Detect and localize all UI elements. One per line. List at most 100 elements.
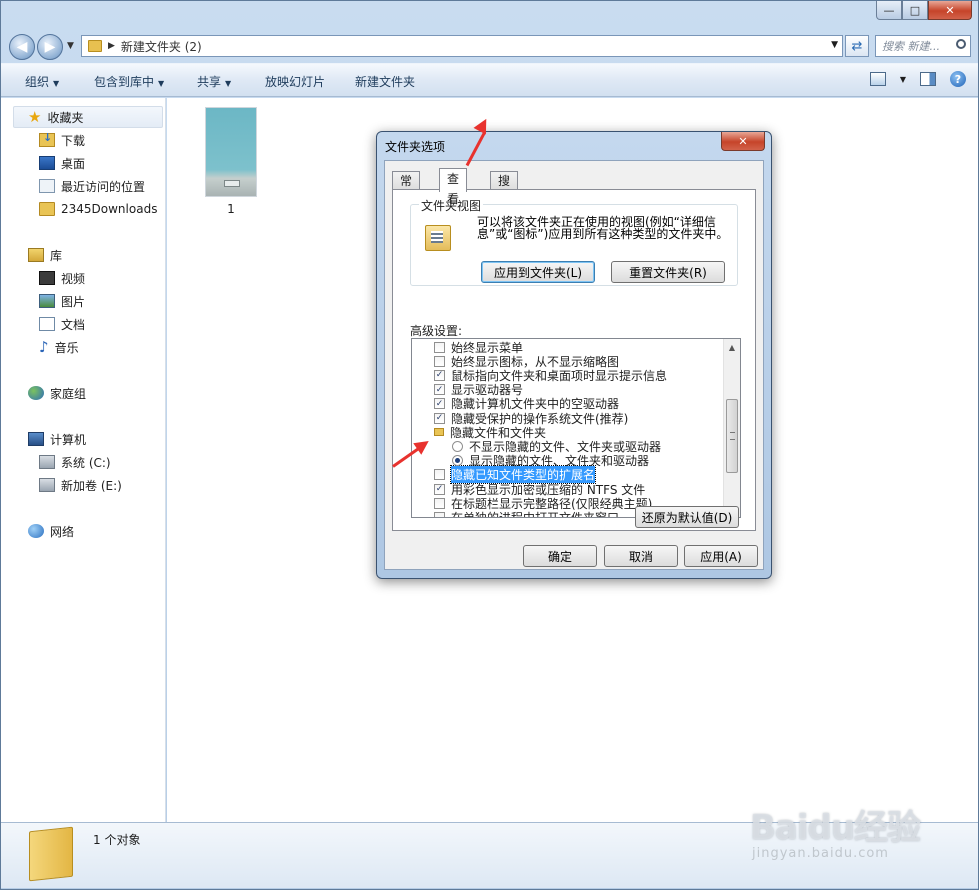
chevron-down-icon: ▼ (158, 79, 165, 88)
minimize-button[interactable]: — (876, 1, 902, 20)
downloads-folder-icon (39, 131, 55, 147)
dialog-title: 文件夹选项 (385, 140, 446, 154)
scroll-up-icon[interactable]: ▲ (724, 339, 740, 355)
radio-option-row[interactable]: 显示隐藏的文件、文件夹和驱动器 (452, 454, 649, 468)
advanced-settings-list[interactable]: 在单独的进程中打开文件夹窗口 在标题栏显示完整路径(仅限经典主题) ✓ 用彩色显示加密… (411, 338, 741, 518)
homegroup-icon (28, 386, 44, 400)
close-button[interactable]: ✕ (928, 1, 972, 20)
network-icon (28, 524, 44, 538)
checkbox-checked-icon[interactable]: ✓ (434, 398, 445, 410)
tab-general[interactable]: 常规 (392, 171, 421, 206)
cancel-button[interactable]: 取消 (604, 545, 678, 567)
checkbox-checked-icon[interactable]: ✓ (434, 483, 445, 495)
address-dropdown-icon[interactable]: ▼ (831, 40, 838, 50)
caption-buttons: — □ ✕ (876, 1, 972, 20)
sidebar-item-computer[interactable]: 计算机 (28, 428, 86, 450)
checkbox-option-row[interactable]: ✓ 隐藏受保护的操作系统文件(推荐) (434, 411, 628, 426)
share-menu[interactable]: 共享 ▼ (197, 73, 231, 90)
sidebar-item-2345downloads[interactable]: 2345Downloads (39, 198, 157, 220)
checkbox-option-row[interactable]: ✓ 鼠标指向文件夹和桌面项时显示提示信息 (434, 368, 667, 383)
advanced-settings-label: 高级设置: (410, 324, 463, 338)
checkbox-checked-icon[interactable]: ✓ (434, 412, 445, 424)
checkbox-checked-icon[interactable]: ✓ (434, 384, 445, 396)
dialog-close-button[interactable]: ✕ (721, 132, 765, 151)
apply-to-folders-button[interactable]: 应用到文件夹(L) (481, 261, 595, 283)
forward-button[interactable]: ▶ (37, 34, 63, 60)
change-view-icon[interactable] (869, 72, 886, 86)
dialog-body: 常规 查看 搜索 文件夹视图 可以将该文件夹正在使用的视图(例如“详细信息”或“… (384, 160, 764, 570)
sidebar-item-network[interactable]: 网络 (28, 520, 74, 542)
tab-search[interactable]: 搜索 (490, 171, 519, 206)
tab-view[interactable]: 查看 (439, 168, 468, 206)
sidebar-item-libraries[interactable]: 库 (28, 244, 62, 266)
history-dropdown-icon[interactable]: ▼ (67, 41, 74, 51)
sidebar-item-downloads[interactable]: 下载 (39, 129, 85, 151)
checkbox-unchecked-icon[interactable] (434, 497, 445, 509)
checkbox-option-row[interactable]: 始终显示图标，从不显示缩略图 (434, 354, 619, 369)
view-options-dropdown-icon[interactable]: ▼ (900, 75, 906, 84)
search-placeholder: 搜索 新建... (882, 40, 940, 53)
sidebar-item-homegroup[interactable]: 家庭组 (28, 382, 86, 404)
refresh-button[interactable]: ⇄ (845, 35, 869, 57)
checkbox-unchecked-icon[interactable] (434, 341, 445, 353)
view-controls: ▼ ? (869, 71, 966, 87)
checkbox-checked-icon[interactable]: ✓ (434, 369, 445, 381)
reset-folders-button[interactable]: 重置文件夹(R) (611, 261, 725, 283)
sidebar-item-pictures[interactable]: 图片 (39, 290, 85, 312)
checkbox-option-row[interactable]: ✓ 隐藏计算机文件夹中的空驱动器 (434, 397, 619, 411)
option-label: 始终显示菜单 (451, 340, 524, 355)
checkbox-unchecked-icon[interactable] (434, 355, 445, 367)
help-icon[interactable]: ? (950, 71, 966, 87)
chevron-down-icon: ▼ (53, 79, 60, 88)
breadcrumb-chevron-icon[interactable]: ▶ (108, 41, 115, 51)
chevron-down-icon: ▼ (225, 79, 232, 88)
checkbox-unchecked-icon[interactable] (434, 469, 445, 481)
search-icon (956, 39, 966, 49)
preview-pane-icon[interactable] (920, 72, 936, 86)
sidebar-item-music[interactable]: ♪ 音乐 (39, 336, 79, 358)
checkbox-option-row[interactable]: 在标题栏显示完整路径(仅限经典主题) (434, 496, 652, 511)
view-tab-panel: 文件夹视图 可以将该文件夹正在使用的视图(例如“详细信息”或“图标”)应用到所有… (392, 189, 756, 531)
folder-view-icon (425, 225, 451, 251)
sidebar-item-recent-places[interactable]: 最近访问的位置 (39, 175, 145, 197)
folder-icon (39, 202, 55, 216)
include-in-library-menu[interactable]: 包含到库中 ▼ (94, 73, 164, 90)
maximize-button[interactable]: □ (902, 1, 928, 20)
computer-icon (28, 432, 44, 446)
new-folder-button[interactable]: 新建文件夹 (355, 73, 415, 90)
sidebar-item-desktop[interactable]: 桌面 (39, 152, 85, 174)
sidebar-item-documents[interactable]: 文档 (39, 313, 85, 335)
back-button[interactable]: ◀ (9, 34, 35, 60)
checkbox-option-row[interactable]: 始终显示菜单 (434, 340, 524, 355)
slideshow-button[interactable]: 放映幻灯片 (265, 73, 325, 90)
sidebar-item-favorites[interactable]: ★ 收藏夹 (13, 106, 163, 128)
sidebar-item-videos[interactable]: 视频 (39, 267, 85, 289)
address-bar[interactable]: ▶ 新建文件夹 (2) ▼ (81, 35, 843, 57)
checkbox-option-row[interactable]: ✓ 用彩色显示加密或压缩的 NTFS 文件 (434, 482, 645, 497)
libraries-icon (28, 248, 44, 262)
radio-unselected-icon[interactable] (452, 440, 463, 452)
file-name-label[interactable]: 1 (205, 202, 257, 216)
settings-group-row: 隐藏文件和文件夹 (434, 425, 546, 440)
apply-button[interactable]: 应用(A) (684, 545, 758, 567)
scroll-thumb[interactable] (726, 399, 738, 473)
watermark: Baidu经验 jingyan.baidu.com (750, 800, 921, 861)
sidebar-item-drive-e[interactable]: 新加卷 (E:) (39, 474, 122, 496)
restore-defaults-button[interactable]: 还原为默认值(D) (635, 506, 739, 528)
search-input[interactable]: 搜索 新建... (875, 35, 971, 57)
ok-button[interactable]: 确定 (523, 545, 597, 567)
checkbox-option-row[interactable]: ✓ 显示驱动器号 (434, 383, 523, 397)
image-thumbnail[interactable] (205, 107, 257, 197)
drive-icon (39, 478, 55, 492)
navigation-bar: ◀ ▶ ▼ ▶ 新建文件夹 (2) ▼ ⇄ 搜索 新建... (9, 32, 971, 60)
sidebar-item-drive-c[interactable]: 系统 (C:) (39, 451, 111, 473)
scrollbar[interactable]: ▲ ▼ (723, 339, 740, 517)
checkbox-option-row[interactable]: 隐藏已知文件类型的扩展名 (434, 465, 597, 485)
music-note-icon: ♪ (39, 338, 49, 356)
checkbox-unchecked-icon[interactable] (434, 511, 445, 517)
radio-selected-icon[interactable] (452, 455, 463, 467)
organize-menu[interactable]: 组织 ▼ (25, 73, 59, 90)
radio-option-row[interactable]: 不显示隐藏的文件、文件夹或驱动器 (452, 439, 661, 454)
recent-places-icon (39, 179, 55, 193)
breadcrumb-current[interactable]: 新建文件夹 (2) (121, 38, 202, 55)
